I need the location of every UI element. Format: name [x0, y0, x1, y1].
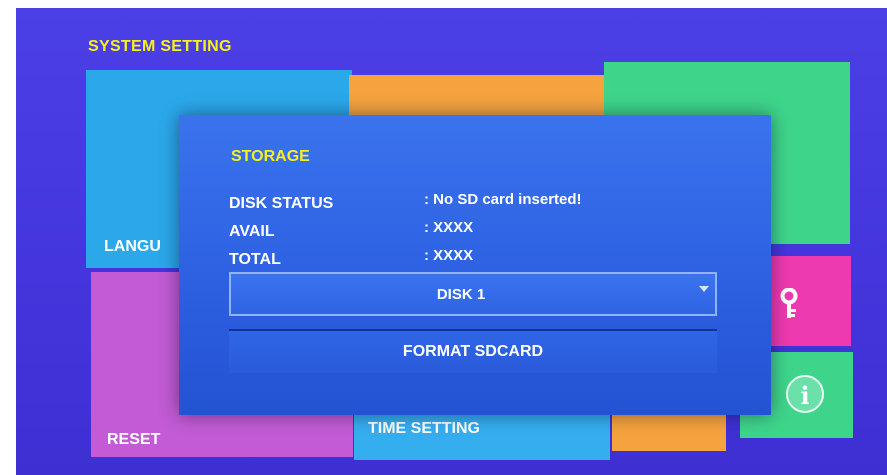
avail-value: : XXXX — [424, 219, 474, 236]
disk-select-value: DISK 1 — [436, 286, 486, 303]
screen: SYSTEM SETTING LANGU RESET TIME SETTING … — [16, 8, 887, 475]
format-sdcard-label: FORMAT SDCARD — [402, 343, 544, 360]
info-icon: i — [786, 375, 824, 413]
disk-select[interactable]: DISK 1 — [229, 272, 717, 316]
tile-time-setting[interactable]: TIME SETTING — [354, 408, 610, 460]
key-icon — [780, 288, 798, 318]
format-sdcard-button[interactable]: FORMAT SDCARD — [229, 331, 717, 373]
disk-status-value: : No SD card inserted! — [424, 191, 582, 208]
disk-status-label: DISK STATUS — [229, 195, 334, 212]
tile-reset-label: RESET — [107, 431, 161, 448]
dialog-title: STORAGE — [231, 148, 310, 165]
tile-time-setting-label: TIME SETTING — [368, 420, 480, 437]
avail-label: AVAIL — [229, 223, 275, 240]
page-title: SYSTEM SETTING — [88, 38, 232, 55]
chevron-down-icon[interactable] — [699, 286, 709, 292]
total-label: TOTAL — [229, 251, 281, 268]
total-value: : XXXX — [424, 247, 474, 264]
tile-language-label: LANGU — [104, 238, 161, 255]
storage-dialog: STORAGE DISK STATUS : No SD card inserte… — [179, 115, 771, 415]
